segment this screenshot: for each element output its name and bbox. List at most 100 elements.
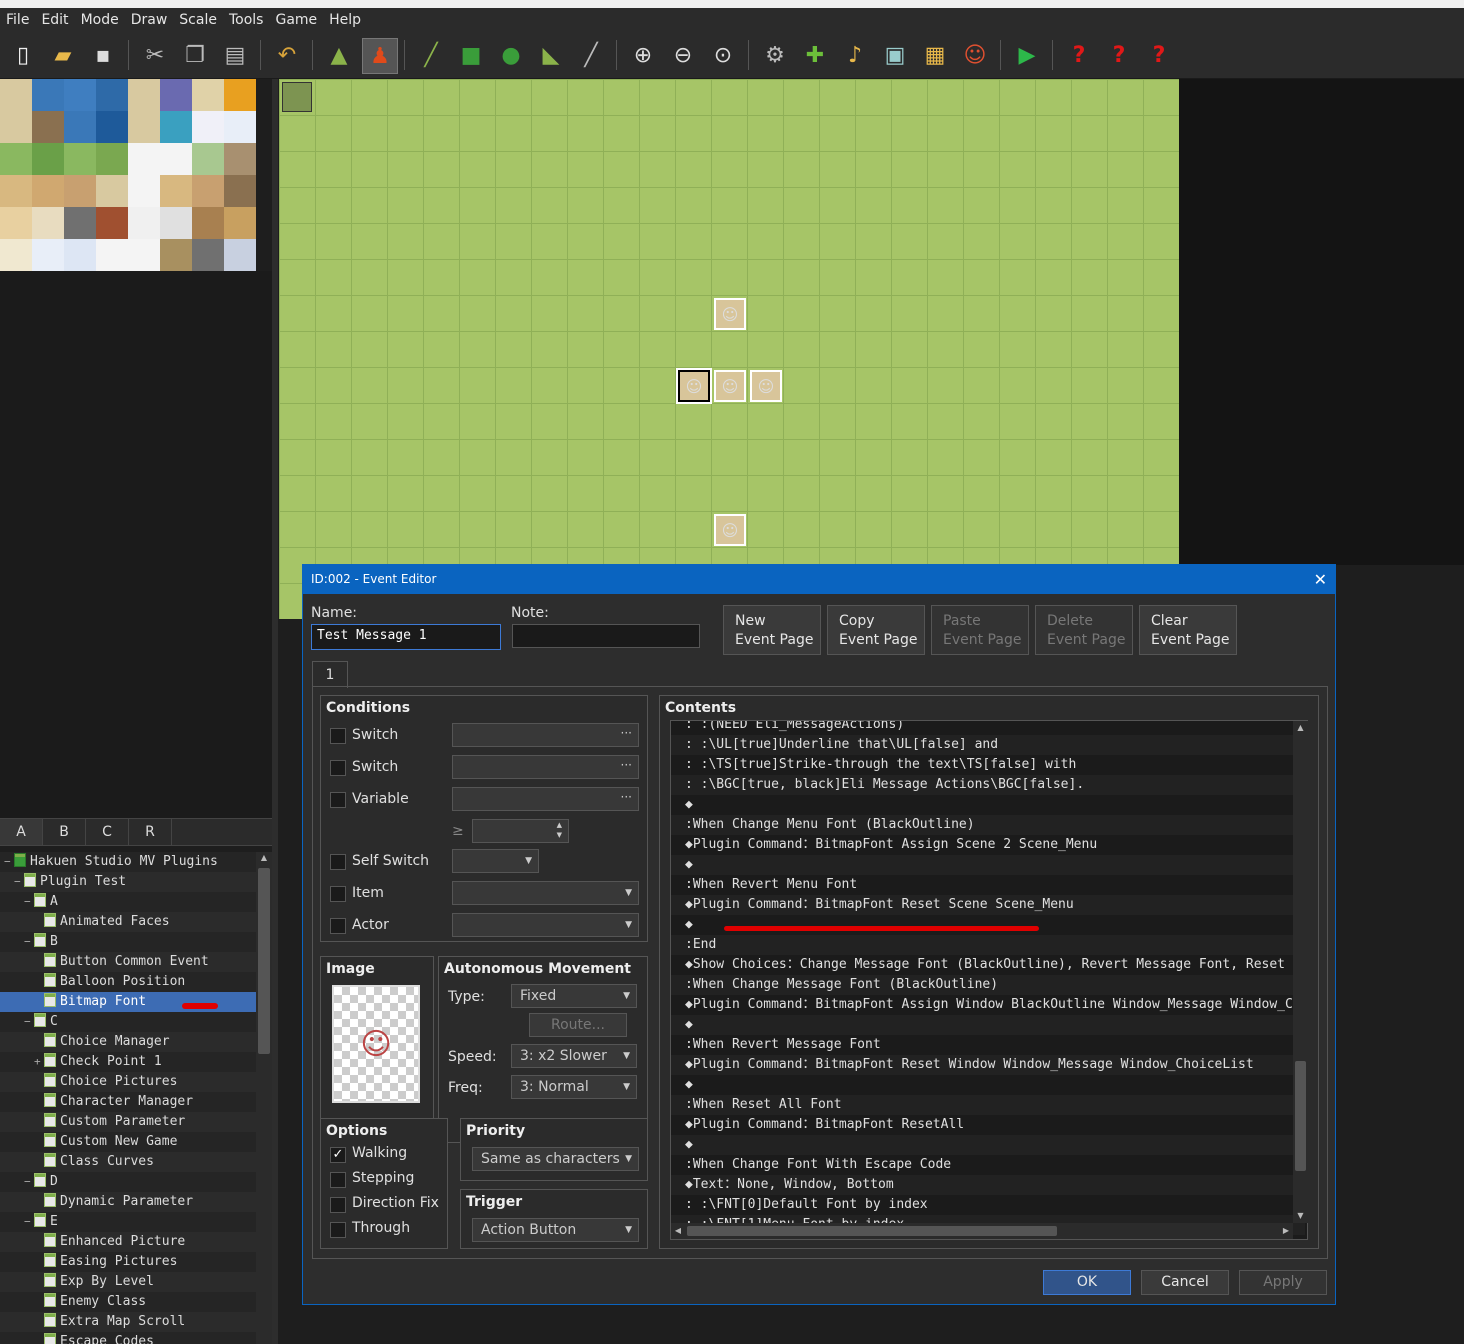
tree-item[interactable]: − A bbox=[0, 892, 256, 912]
resource-manager-icon[interactable]: ▦ bbox=[918, 38, 952, 72]
event-command-line[interactable]: ◆Text：None, Window, Bottom bbox=[671, 1175, 1305, 1195]
tree-item[interactable]: − Hakuen Studio MV Plugins bbox=[0, 852, 256, 872]
event-command-line[interactable]: : :\BGC[true, black]Eli Message Actions\… bbox=[671, 775, 1305, 795]
tile[interactable] bbox=[32, 239, 64, 271]
tree-item[interactable]: Dynamic Parameter bbox=[0, 1192, 256, 1212]
tree-item[interactable]: Choice Pictures bbox=[0, 1072, 256, 1092]
rectangle-icon[interactable]: ■ bbox=[454, 38, 488, 72]
help-icon-3[interactable]: ? bbox=[1142, 38, 1176, 72]
tree-item[interactable]: Enhanced Picture bbox=[0, 1232, 256, 1252]
tile[interactable] bbox=[128, 79, 160, 111]
cut-icon[interactable]: ✂ bbox=[138, 38, 172, 72]
ok-button[interactable]: OK bbox=[1043, 1270, 1131, 1295]
movement-speed-select[interactable]: 3: x2 Slower ▼ bbox=[511, 1044, 637, 1068]
self-switch-select[interactable]: ▼ bbox=[452, 849, 539, 873]
collapse-icon[interactable]: − bbox=[24, 1212, 34, 1232]
delete-event-page-button[interactable]: Delete Event Page bbox=[1035, 605, 1133, 655]
plugin-manager-icon[interactable]: ✚ bbox=[798, 38, 832, 72]
collapse-icon[interactable]: − bbox=[24, 1172, 34, 1192]
condition-select[interactable]: ▼ bbox=[452, 881, 639, 905]
sound-test-icon[interactable]: ♪ bbox=[838, 38, 872, 72]
contents-vertical-scrollbar[interactable]: ▲ ▼ bbox=[1293, 721, 1308, 1223]
tile[interactable] bbox=[224, 175, 256, 207]
movement-type-select[interactable]: Fixed ▼ bbox=[511, 984, 637, 1008]
event-tile[interactable]: ☺ bbox=[714, 298, 746, 330]
event-tile[interactable]: ☺ bbox=[714, 370, 746, 402]
scroll-thumb[interactable] bbox=[687, 1226, 1057, 1236]
tree-item[interactable]: − B bbox=[0, 932, 256, 952]
tile[interactable] bbox=[32, 111, 64, 143]
event-command-line[interactable]: ◆Plugin Command：BitmapFont Reset Window … bbox=[671, 1055, 1305, 1075]
undo-icon[interactable]: ↶ bbox=[270, 38, 304, 72]
tile[interactable] bbox=[160, 79, 192, 111]
playtest-icon[interactable]: ▶ bbox=[1010, 38, 1044, 72]
ellipse-icon[interactable]: ● bbox=[494, 38, 528, 72]
tile[interactable] bbox=[224, 207, 256, 239]
tile[interactable] bbox=[32, 79, 64, 111]
event-command-line[interactable]: : :\UL[true]Underline that\UL[false] and bbox=[671, 735, 1305, 755]
tile[interactable] bbox=[192, 79, 224, 111]
tile[interactable] bbox=[192, 143, 224, 175]
tree-item[interactable]: Custom Parameter bbox=[0, 1112, 256, 1132]
menu-edit[interactable]: Edit bbox=[35, 12, 74, 28]
tile[interactable] bbox=[160, 239, 192, 271]
event-command-line[interactable]: ◆ bbox=[671, 795, 1305, 815]
new-event-page-button[interactable]: New Event Page bbox=[723, 605, 821, 655]
tile[interactable] bbox=[0, 207, 32, 239]
shadow-pen-icon[interactable]: ╱ bbox=[574, 38, 608, 72]
database-icon[interactable]: ⚙ bbox=[758, 38, 792, 72]
tree-item[interactable]: Custom New Game bbox=[0, 1132, 256, 1152]
new-project-icon[interactable]: ▯ bbox=[6, 38, 40, 72]
event-note-input[interactable] bbox=[512, 624, 700, 648]
tile[interactable] bbox=[224, 143, 256, 175]
event-command-line[interactable]: :When Change Menu Font (BlackOutline) bbox=[671, 815, 1305, 835]
save-project-icon[interactable]: ▪ bbox=[86, 38, 120, 72]
tile[interactable] bbox=[64, 143, 96, 175]
option-checkbox[interactable]: ✓ bbox=[330, 1147, 346, 1163]
zoom-out-icon[interactable]: ⊖ bbox=[666, 38, 700, 72]
event-command-line[interactable]: ◆Plugin Command：BitmapFont ResetAll bbox=[671, 1115, 1305, 1135]
tree-item[interactable]: Animated Faces bbox=[0, 912, 256, 932]
copy-icon[interactable]: ❐ bbox=[178, 38, 212, 72]
scroll-left-arrow[interactable]: ◀ bbox=[671, 1223, 685, 1239]
tileset-palette[interactable] bbox=[0, 79, 256, 271]
tile[interactable] bbox=[224, 239, 256, 271]
event-command-line[interactable]: : :\FNT[0]Default Font by index bbox=[671, 1195, 1305, 1215]
menu-scale[interactable]: Scale bbox=[173, 12, 223, 28]
tile[interactable] bbox=[160, 175, 192, 207]
tile[interactable] bbox=[96, 79, 128, 111]
character-image-icon[interactable]: ☺ bbox=[332, 985, 420, 1103]
menu-file[interactable]: File bbox=[0, 12, 35, 28]
tile[interactable] bbox=[0, 143, 32, 175]
event-tile[interactable]: ☺ bbox=[750, 370, 782, 402]
tree-item[interactable]: Class Curves bbox=[0, 1152, 256, 1172]
character-generator-icon[interactable]: ☺ bbox=[958, 38, 992, 72]
collapse-icon[interactable]: − bbox=[24, 892, 34, 912]
variable-value-spinner[interactable]: ▲ ▼ bbox=[472, 819, 569, 843]
tile[interactable] bbox=[64, 79, 96, 111]
event-command-line[interactable]: ◆Plugin Command：BitmapFont Assign Scene … bbox=[671, 835, 1305, 855]
route-button[interactable]: Route... bbox=[529, 1013, 627, 1037]
event-command-line[interactable]: ◆ bbox=[671, 1135, 1305, 1155]
menu-draw[interactable]: Draw bbox=[125, 12, 174, 28]
tree-item[interactable]: Extra Map Scroll bbox=[0, 1312, 256, 1332]
cancel-button[interactable]: Cancel bbox=[1141, 1270, 1229, 1295]
tile[interactable] bbox=[160, 207, 192, 239]
event-tile[interactable]: ☺ bbox=[714, 514, 746, 546]
tree-item[interactable]: Character Manager bbox=[0, 1092, 256, 1112]
event-command-line[interactable]: ◆Plugin Command：BitmapFont Assign Window… bbox=[671, 995, 1305, 1015]
condition-checkbox[interactable] bbox=[330, 728, 346, 744]
tileset-tab-r[interactable]: R bbox=[129, 819, 172, 845]
copy-event-page-button[interactable]: Copy Event Page bbox=[827, 605, 925, 655]
tile[interactable] bbox=[192, 207, 224, 239]
option-checkbox[interactable] bbox=[330, 1172, 346, 1188]
tree-item[interactable]: Choice Manager bbox=[0, 1032, 256, 1052]
tile[interactable] bbox=[192, 111, 224, 143]
tile[interactable] bbox=[32, 143, 64, 175]
tile[interactable] bbox=[128, 111, 160, 143]
open-project-icon[interactable]: ▰ bbox=[46, 38, 80, 72]
menu-help[interactable]: Help bbox=[323, 12, 367, 28]
tree-item[interactable]: + Check Point 1 bbox=[0, 1052, 256, 1072]
tile[interactable] bbox=[96, 207, 128, 239]
event-command-line[interactable]: :End bbox=[671, 935, 1305, 955]
